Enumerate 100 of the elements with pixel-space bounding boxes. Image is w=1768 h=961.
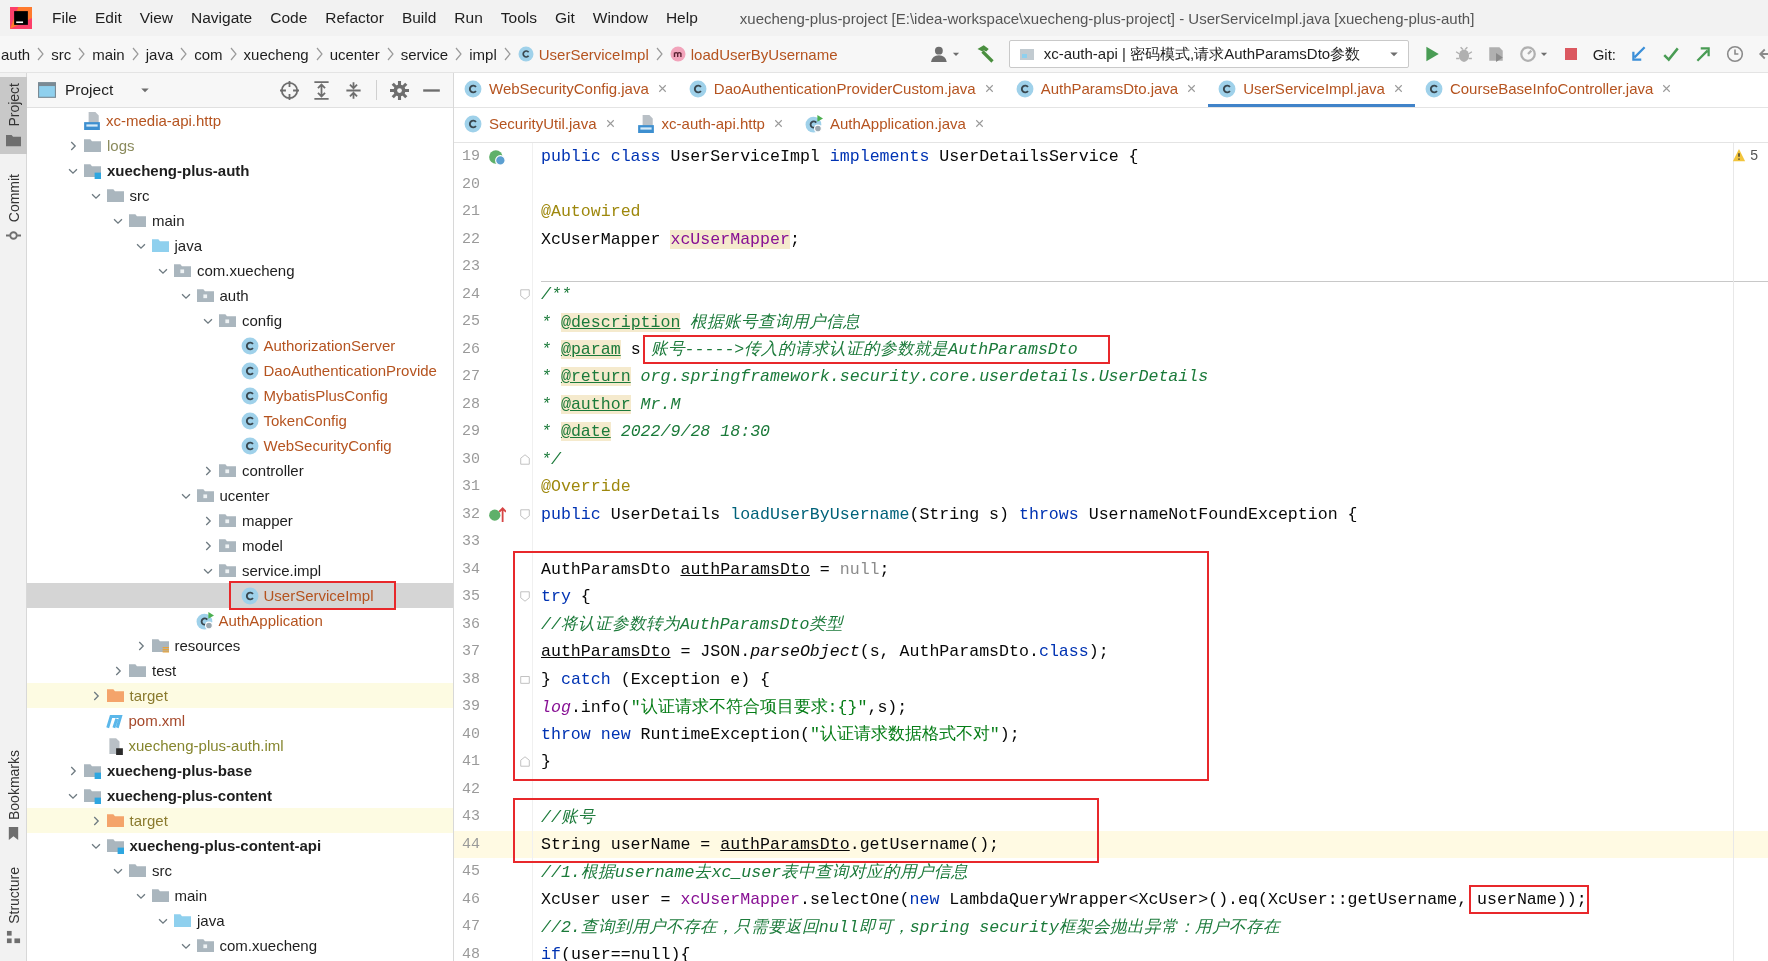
tree-item[interactable]: main: [27, 208, 453, 233]
editor-tab[interactable]: AuthApplication.java: [794, 108, 996, 142]
editor-tab[interactable]: SecurityUtil.java: [454, 108, 627, 142]
tree-item[interactable]: com.xuecheng: [27, 258, 453, 283]
line-number: 38: [461, 670, 480, 688]
code-line: } catch (Exception e) {: [541, 669, 771, 689]
menu-item[interactable]: Navigate: [185, 9, 259, 27]
line-number: 32: [461, 505, 480, 523]
line-number: 20: [461, 175, 480, 193]
breadcrumb[interactable]: xuecheng: [243, 45, 309, 63]
code-line: @Override: [541, 477, 631, 497]
breadcrumb[interactable]: auth: [1, 45, 31, 63]
tree-item[interactable]: xuecheng-plus-auth: [27, 158, 453, 183]
tree-item[interactable]: target: [27, 683, 453, 708]
tree-item[interactable]: target: [27, 808, 453, 833]
tree-item[interactable]: AuthApplication: [27, 608, 453, 633]
tree-item[interactable]: controller: [27, 458, 453, 483]
tree-item[interactable]: MybatisPlusConfig: [27, 383, 453, 408]
code-line: * @param s 账号----->传入的请求认证的参数就是AuthParamsDto: [541, 339, 1078, 361]
tree-item[interactable]: java: [27, 233, 453, 258]
tool-window-button[interactable]: Bookmarks: [0, 744, 27, 848]
editor-tab[interactable]: WebSecurityConfig.java: [454, 73, 679, 107]
editor-tab[interactable]: xc-auth-api.http: [626, 108, 795, 142]
editor-tab[interactable]: DaoAuthenticationProviderCustom.java: [678, 73, 1006, 107]
code-line: * @date 2022/9/28 18:30: [541, 422, 771, 442]
line-number: 37: [461, 643, 480, 661]
tool-window-button[interactable]: Project: [0, 77, 27, 154]
vcs-label: Git:: [1592, 45, 1616, 63]
line-number: 34: [461, 560, 480, 578]
tree-item[interactable]: config: [27, 308, 453, 333]
code-line: log.info("认证请求不符合项目要求:{}",s);: [541, 696, 908, 718]
code-line: public class UserServiceImpl implements UserDetailsService {: [541, 147, 1139, 167]
tree-item[interactable]: main: [27, 883, 453, 908]
line-number: 39: [461, 698, 480, 716]
menu-item[interactable]: File: [46, 9, 83, 27]
panel-title: Project: [65, 81, 114, 99]
code-line: //账号: [541, 806, 595, 828]
breadcrumb[interactable]: src: [51, 45, 72, 63]
editor-tab[interactable]: AuthParamsDto.java: [1005, 73, 1209, 107]
tree-item[interactable]: model: [27, 533, 453, 558]
code-line: AuthParamsDto authParamsDto = null;: [541, 559, 890, 579]
line-number: 33: [461, 533, 480, 551]
line-number: 35: [461, 588, 480, 606]
tree-item[interactable]: mapper: [27, 508, 453, 533]
line-number: 29: [461, 423, 480, 441]
warning-count[interactable]: 5: [1750, 147, 1758, 163]
tree-item[interactable]: TokenConfig: [27, 408, 453, 433]
menu-item[interactable]: Code: [264, 9, 314, 27]
menu-item[interactable]: Run: [448, 9, 489, 27]
code-line: * @author Mr.M: [541, 394, 681, 414]
tree-item[interactable]: xuecheng-plus-content: [27, 783, 453, 808]
breadcrumb[interactable]: ucenter: [329, 45, 380, 63]
tree-item[interactable]: xuecheng-plus-auth.iml: [27, 733, 453, 758]
tree-item[interactable]: resources: [27, 633, 453, 658]
tree-item[interactable]: xc-media-api.http: [27, 108, 453, 133]
breadcrumb[interactable]: impl: [469, 45, 497, 63]
menu-item[interactable]: View: [133, 9, 180, 27]
tree-item[interactable]: logs: [27, 133, 453, 158]
line-number: 44: [461, 835, 480, 853]
code-line: //2.查询到用户不存在，只需要返回null即可，spring security框架会抛出异常：用户不存在: [541, 916, 1281, 938]
menu-item[interactable]: Window: [586, 9, 654, 27]
menu-item[interactable]: Help: [659, 9, 704, 27]
tree-item[interactable]: java: [27, 908, 453, 933]
code-line: //将认证参数转为AuthParamsDto类型: [541, 614, 844, 636]
menu-item[interactable]: Tools: [494, 9, 543, 27]
tree-item[interactable]: service.impl: [27, 558, 453, 583]
line-number: 22: [461, 230, 480, 248]
line-number: 26: [461, 340, 480, 358]
run-configuration-dropdown[interactable]: xc-auth-api | 密码模式,请求AuthParamsDto参数: [1008, 40, 1409, 68]
breadcrumb[interactable]: com: [194, 45, 223, 63]
breadcrumb[interactable]: java: [145, 45, 174, 63]
tree-item[interactable]: src: [27, 183, 453, 208]
tree-item[interactable]: pom.xml: [27, 708, 453, 733]
line-number: 24: [461, 285, 480, 303]
menu-item[interactable]: Git: [548, 9, 581, 27]
editor-tab[interactable]: CourseBaseInfoController.java: [1414, 73, 1684, 107]
tree-item[interactable]: auth: [27, 283, 453, 308]
tree-item[interactable]: xuecheng-plus-content-api: [27, 833, 453, 858]
tree-item[interactable]: com.xuecheng: [27, 933, 453, 958]
menu-item[interactable]: Edit: [89, 9, 128, 27]
tree-item[interactable]: ucenter: [27, 483, 453, 508]
menu-item[interactable]: Build: [395, 9, 443, 27]
line-number: 31: [461, 478, 480, 496]
breadcrumb[interactable]: loadUserByUsername: [669, 45, 838, 63]
breadcrumb[interactable]: service: [400, 45, 449, 63]
tree-item[interactable]: test: [27, 658, 453, 683]
tool-window-button[interactable]: Structure: [0, 861, 27, 951]
code-line: public UserDetails loadUserByUsername(String s) throws UsernameNotFoundException {: [541, 504, 1358, 524]
breadcrumb[interactable]: main: [92, 45, 125, 63]
breadcrumb[interactable]: UserServiceImpl: [517, 45, 649, 63]
tree-item[interactable]: xuecheng-plus-base: [27, 758, 453, 783]
menu-item[interactable]: Refactor: [319, 9, 390, 27]
code-line: * @description 根据账号查询用户信息: [541, 311, 861, 333]
code-line: XcUserMapper xcUserMapper;: [541, 229, 800, 249]
tool-window-button[interactable]: Commit: [0, 167, 27, 249]
tree-item[interactable]: WebSecurityConfig: [27, 433, 453, 458]
tree-item[interactable]: AuthorizationServer: [27, 333, 453, 358]
tree-item[interactable]: src: [27, 858, 453, 883]
line-number: 45: [461, 863, 480, 881]
tree-item[interactable]: DaoAuthenticationProvide: [27, 358, 453, 383]
